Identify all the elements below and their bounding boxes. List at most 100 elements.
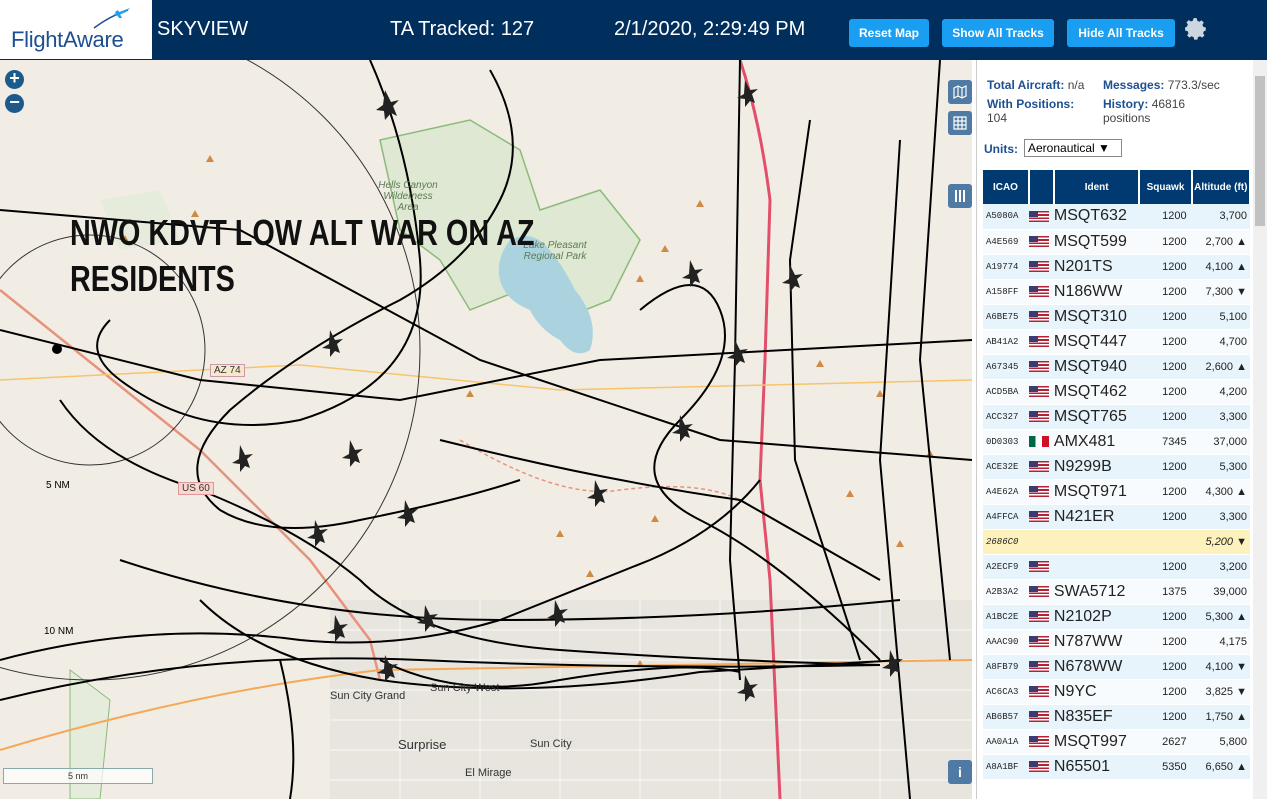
aircraft-icao: ACD5BA (983, 379, 1029, 405)
aircraft-row[interactable]: AC6CA3 N9YC 1200 3,825 ▼ (983, 679, 1250, 705)
us-flag-icon (1028, 361, 1049, 373)
aircraft-row[interactable]: ACC327 MSQT765 1200 3,300 (983, 404, 1250, 430)
aircraft-row[interactable]: A4E62A MSQT971 1200 4,300 ▲ (983, 479, 1250, 505)
us-flag-icon (1028, 586, 1049, 598)
aircraft-row[interactable]: A1BC2E N2102P 1200 5,300 ▲ (983, 604, 1250, 630)
aircraft-ident: N787WW (1053, 629, 1140, 655)
aircraft-ident: MSQT632 (1053, 204, 1140, 230)
aircraft-ident: N835EF (1053, 704, 1140, 730)
aircraft-row[interactable]: AB41A2 MSQT447 1200 4,700 (983, 329, 1250, 355)
aircraft-squawk: 1200 (1139, 679, 1192, 705)
aircraft-row[interactable]: AB6B57 N835EF 1200 1,750 ▲ (983, 704, 1250, 730)
aircraft-ident: MSQT462 (1053, 379, 1140, 405)
history-label: History: (1103, 97, 1149, 111)
us-flag-icon (1028, 411, 1049, 423)
map-canvas[interactable]: Hells Canyon Wilderness Area Lake Pleasa… (0, 60, 972, 799)
aircraft-ident: N186WW (1053, 279, 1140, 305)
aircraft-icao: A19774 (983, 254, 1029, 280)
aircraft-altitude: 3,300 (1191, 504, 1250, 530)
aircraft-ident: N65501 (1053, 754, 1140, 780)
aircraft-squawk: 1200 (1139, 554, 1192, 580)
aircraft-ident: N201TS (1053, 254, 1140, 280)
aircraft-ident: N421ER (1053, 504, 1140, 530)
aircraft-row[interactable]: A67345 MSQT940 1200 2,600 ▲ (983, 354, 1250, 380)
aircraft-row[interactable]: A8A1BF N65501 5350 6,650 ▲ (983, 754, 1250, 780)
aircraft-altitude: 5,300 ▲ (1191, 604, 1250, 630)
aircraft-row[interactable]: A6BE75 MSQT310 1200 5,100 (983, 304, 1250, 330)
column-header-altitude[interactable]: Altitude (ft) (1191, 170, 1251, 204)
aircraft-row[interactable]: 0D0303 AMX481 7345 37,000 (983, 429, 1250, 455)
total-aircraft-stat: Total Aircraft: n/a (987, 78, 1084, 92)
aircraft-ident: MSQT997 (1053, 729, 1140, 755)
hide-all-tracks-button[interactable]: Hide All Tracks (1067, 19, 1175, 47)
country-flag (1028, 229, 1054, 255)
aircraft-altitude: 39,000 (1191, 579, 1250, 605)
zoom-in-button[interactable]: + (5, 69, 24, 89)
aircraft-row[interactable]: A158FF N186WW 1200 7,300 ▼ (983, 279, 1250, 305)
aircraft-ident: MSQT310 (1053, 304, 1140, 330)
aircraft-altitude: 4,100 ▼ (1191, 654, 1250, 680)
aircraft-squawk: 1200 (1139, 254, 1192, 280)
aircraft-altitude: 1,750 ▲ (1191, 704, 1250, 730)
aircraft-row[interactable]: AA0A1A MSQT997 2627 5,800 (983, 729, 1250, 755)
aircraft-row[interactable]: A2ECF9 1200 3,200 (983, 554, 1250, 580)
grid-button[interactable] (948, 111, 972, 135)
columns-toggle-button[interactable] (948, 184, 972, 208)
aircraft-icao: A8FB79 (983, 654, 1029, 680)
aircraft-icao: AAAC90 (983, 629, 1029, 655)
aircraft-icao: 0D0303 (983, 429, 1029, 455)
column-header-flag[interactable] (1028, 170, 1055, 204)
aircraft-row[interactable]: AAAC90 N787WW 1200 4,175 (983, 629, 1250, 655)
us-flag-icon (1028, 461, 1049, 473)
country-flag (1028, 679, 1054, 705)
aircraft-icao: A8A1BF (983, 754, 1029, 780)
clock: 2/1/2020, 2:29:49 PM (614, 18, 806, 40)
aircraft-icao: A6BE75 (983, 304, 1029, 330)
us-flag-icon (1028, 286, 1049, 298)
column-header-icao[interactable]: ICAO (983, 170, 1030, 204)
aircraft-row[interactable]: A4FFCA N421ER 1200 3,300 (983, 504, 1250, 530)
units-select[interactable]: Aeronautical ▼ (1024, 139, 1122, 157)
us-flag-icon (1028, 236, 1049, 248)
show-all-tracks-button[interactable]: Show All Tracks (942, 19, 1054, 47)
aircraft-row[interactable]: A5080A MSQT632 1200 3,700 (983, 204, 1250, 230)
aircraft-row[interactable]: A4E569 MSQT599 1200 2,700 ▲ (983, 229, 1250, 255)
mexico-flag-icon (1028, 436, 1049, 448)
total-aircraft-label: Total Aircraft: (987, 78, 1065, 92)
aircraft-icao: A4E569 (983, 229, 1029, 255)
column-header-ident[interactable]: Ident (1053, 170, 1141, 204)
aircraft-row[interactable]: ACD5BA MSQT462 1200 4,200 (983, 379, 1250, 405)
with-positions-stat: With Positions: 104 (987, 97, 1097, 125)
sidebar-scrollbar[interactable] (1253, 60, 1267, 799)
history-stat: History: 46816 positions (1103, 97, 1223, 125)
reset-map-button[interactable]: Reset Map (849, 19, 929, 47)
column-header-squawk[interactable]: Squawk (1139, 170, 1193, 204)
aircraft-altitude: 3,200 (1191, 554, 1250, 580)
aircraft-altitude: 4,175 (1191, 629, 1250, 655)
scrollbar-thumb[interactable] (1255, 76, 1265, 226)
country-flag (1028, 729, 1054, 755)
info-button[interactable]: i (948, 760, 972, 784)
flightaware-logo[interactable]: FlightAware (0, 0, 152, 59)
map-layers-button[interactable] (948, 80, 972, 104)
total-aircraft-value: n/a (1067, 78, 1085, 92)
zoom-out-button[interactable]: − (5, 93, 24, 113)
messages-value: 773.3/sec (1167, 78, 1220, 92)
aircraft-row[interactable]: A2B3A2 SWA5712 1375 39,000 (983, 579, 1250, 605)
aircraft-sidebar: Total Aircraft: n/a Messages: 773.3/sec … (976, 60, 1267, 799)
aircraft-ident: N2102P (1053, 604, 1140, 630)
aircraft-row[interactable]: A19774 N201TS 1200 4,100 ▲ (983, 254, 1250, 280)
aircraft-icao: A1BC2E (983, 604, 1029, 630)
aircraft-row[interactable]: 2686C0 5,200 ▼ (983, 529, 1250, 555)
aircraft-squawk (1139, 529, 1192, 555)
country-flag (1028, 754, 1054, 780)
country-flag (1028, 354, 1054, 380)
aircraft-row[interactable]: ACE32E N9299B 1200 5,300 (983, 454, 1250, 480)
aircraft-squawk: 1200 (1139, 504, 1192, 530)
aircraft-ident: MSQT599 (1053, 229, 1140, 255)
aircraft-row[interactable]: A8FB79 N678WW 1200 4,100 ▼ (983, 654, 1250, 680)
aircraft-squawk: 1200 (1139, 604, 1192, 630)
gear-icon[interactable] (1183, 16, 1209, 42)
columns-icon (955, 190, 965, 202)
country-flag (1028, 629, 1054, 655)
